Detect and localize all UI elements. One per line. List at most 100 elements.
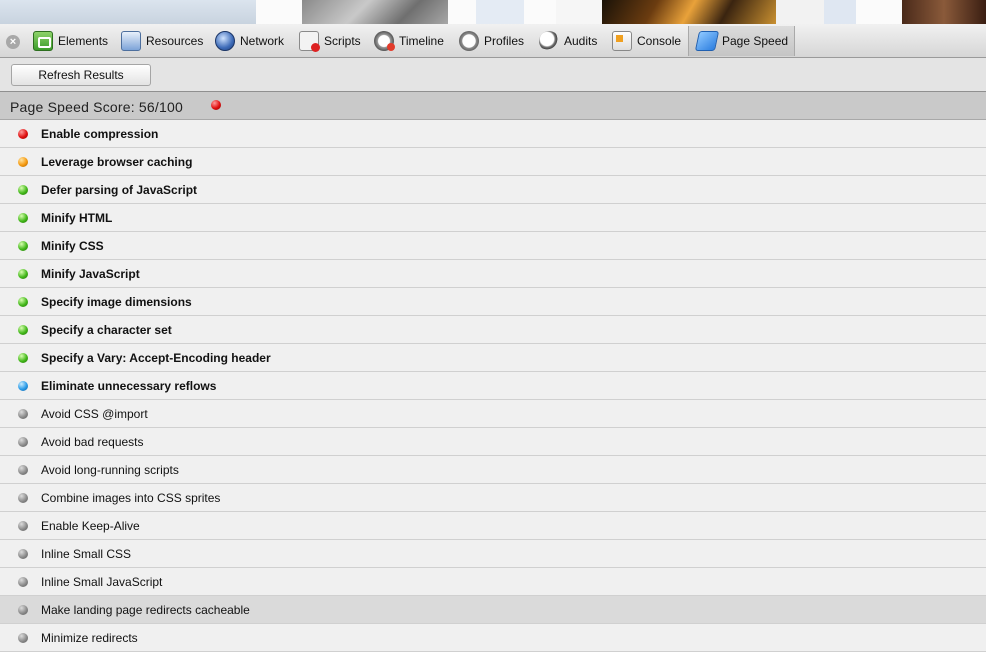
tab-label: Audits [564, 34, 598, 48]
tab-timeline[interactable]: Timeline [374, 26, 444, 56]
rule-row[interactable]: Minify HTML [0, 204, 986, 232]
inspected-page-strip [0, 0, 986, 24]
rule-row[interactable]: Minify JavaScript [0, 260, 986, 288]
tab-audits[interactable]: Audits [539, 26, 597, 56]
rule-row[interactable]: Avoid long-running scripts [0, 456, 986, 484]
rule-row[interactable]: Avoid CSS @import [0, 400, 986, 428]
status-green-icon [18, 185, 28, 195]
status-gray-icon [18, 465, 28, 475]
tab-profiles[interactable]: Profiles [459, 26, 524, 56]
tab-label: Resources [146, 34, 204, 48]
rule-row[interactable]: Leverage browser caching [0, 148, 986, 176]
page-thumbnail [824, 0, 856, 24]
status-green-icon [18, 325, 28, 335]
rule-label: Inline Small JavaScript [41, 575, 163, 589]
rule-label: Minimize redirects [41, 631, 138, 645]
rule-row[interactable]: Combine images into CSS sprites [0, 484, 986, 512]
tab-label: Network [240, 34, 285, 48]
scripts-icon [299, 31, 320, 52]
status-green-icon [18, 269, 28, 279]
rule-label: Make landing page redirects cacheable [41, 603, 250, 617]
page-speed-actions-bar: Refresh Results [0, 58, 986, 92]
page-thumbnail [476, 0, 524, 24]
rule-label: Minify HTML [41, 211, 113, 225]
rule-row[interactable]: Eliminate unnecessary reflows [0, 372, 986, 400]
rule-label: Specify image dimensions [41, 295, 192, 309]
rule-label: Avoid bad requests [41, 435, 144, 449]
status-gray-icon [18, 437, 28, 447]
rule-label: Specify a Vary: Accept-Encoding header [41, 351, 271, 365]
score-header: Page Speed Score: 56/100 [0, 92, 986, 120]
tab-label: Profiles [484, 34, 525, 48]
close-icon[interactable]: × [6, 35, 20, 49]
rule-label: Avoid long-running scripts [41, 463, 179, 477]
rule-row[interactable]: Specify a character set [0, 316, 986, 344]
page-speed-score: Page Speed Score: 56/100 [10, 99, 183, 115]
tab-label: Timeline [399, 34, 444, 48]
status-gray-icon [18, 605, 28, 615]
score-status-icon [211, 100, 221, 110]
tab-network[interactable]: Network [215, 26, 284, 56]
tab-resources[interactable]: Resources [121, 26, 203, 56]
audits-icon [539, 31, 559, 51]
status-gray-icon [18, 633, 28, 643]
status-gray-icon [18, 409, 28, 419]
timeline-icon [374, 31, 395, 51]
rule-label: Specify a character set [41, 323, 172, 337]
rule-row[interactable]: Avoid bad requests [0, 428, 986, 456]
rule-row[interactable]: Specify a Vary: Accept-Encoding header [0, 344, 986, 372]
rule-row[interactable]: Defer parsing of JavaScript [0, 176, 986, 204]
rule-label: Minify CSS [41, 239, 104, 253]
rule-row[interactable]: Make landing page redirects cacheable [0, 596, 986, 624]
rule-row[interactable]: Minify CSS [0, 232, 986, 260]
status-gray-icon [18, 493, 28, 503]
tab-label: Scripts [324, 34, 361, 48]
rule-label: Minify JavaScript [41, 267, 140, 281]
tab-label: Elements [58, 34, 109, 48]
resources-icon [121, 31, 141, 51]
status-gray-icon [18, 521, 28, 531]
rule-label: Combine images into CSS sprites [41, 491, 221, 505]
status-orange-icon [18, 157, 28, 167]
status-gray-icon [18, 549, 28, 559]
elements-icon [33, 31, 53, 51]
status-blue-icon [18, 381, 28, 391]
rule-label: Inline Small CSS [41, 547, 132, 561]
rule-row[interactable]: Specify image dimensions [0, 288, 986, 316]
page-thumbnail [448, 0, 476, 24]
rule-row[interactable]: Minimize redirects [0, 624, 986, 652]
page-thumbnail [556, 0, 602, 24]
status-green-icon [18, 353, 28, 363]
rule-label: Avoid CSS @import [41, 407, 148, 421]
rule-label: Enable Keep-Alive [41, 519, 140, 533]
rule-row[interactable]: Inline Small CSS [0, 540, 986, 568]
status-red-icon [18, 129, 28, 139]
page-thumbnail [602, 0, 776, 24]
rule-label: Enable compression [41, 127, 159, 141]
status-green-icon [18, 297, 28, 307]
tab-label: Page Speed [722, 34, 789, 48]
console-icon [612, 31, 632, 51]
refresh-results-button[interactable]: Refresh Results [11, 64, 151, 86]
network-icon [215, 31, 235, 51]
rule-row[interactable]: Enable compression [0, 120, 986, 148]
page-thumbnail [856, 0, 902, 24]
tab-console[interactable]: Console [612, 26, 681, 56]
status-gray-icon [18, 577, 28, 587]
page-thumbnail [0, 0, 256, 24]
page-thumbnail [302, 0, 448, 24]
tab-label: Console [637, 34, 682, 48]
rule-label: Eliminate unnecessary reflows [41, 379, 217, 393]
rule-label: Leverage browser caching [41, 155, 193, 169]
page-thumbnail [902, 0, 986, 24]
tab-scripts[interactable]: Scripts [299, 26, 361, 56]
page-thumbnail [524, 0, 556, 24]
status-green-icon [18, 241, 28, 251]
rule-label: Defer parsing of JavaScript [41, 183, 198, 197]
tab-elements[interactable]: Elements [33, 26, 108, 56]
page-thumbnail [256, 0, 302, 24]
rule-row[interactable]: Enable Keep-Alive [0, 512, 986, 540]
tab-page-speed[interactable]: Page Speed [688, 26, 796, 56]
rules-list: Enable compression Leverage browser cachi… [0, 120, 986, 652]
rule-row[interactable]: Inline Small JavaScript [0, 568, 986, 596]
